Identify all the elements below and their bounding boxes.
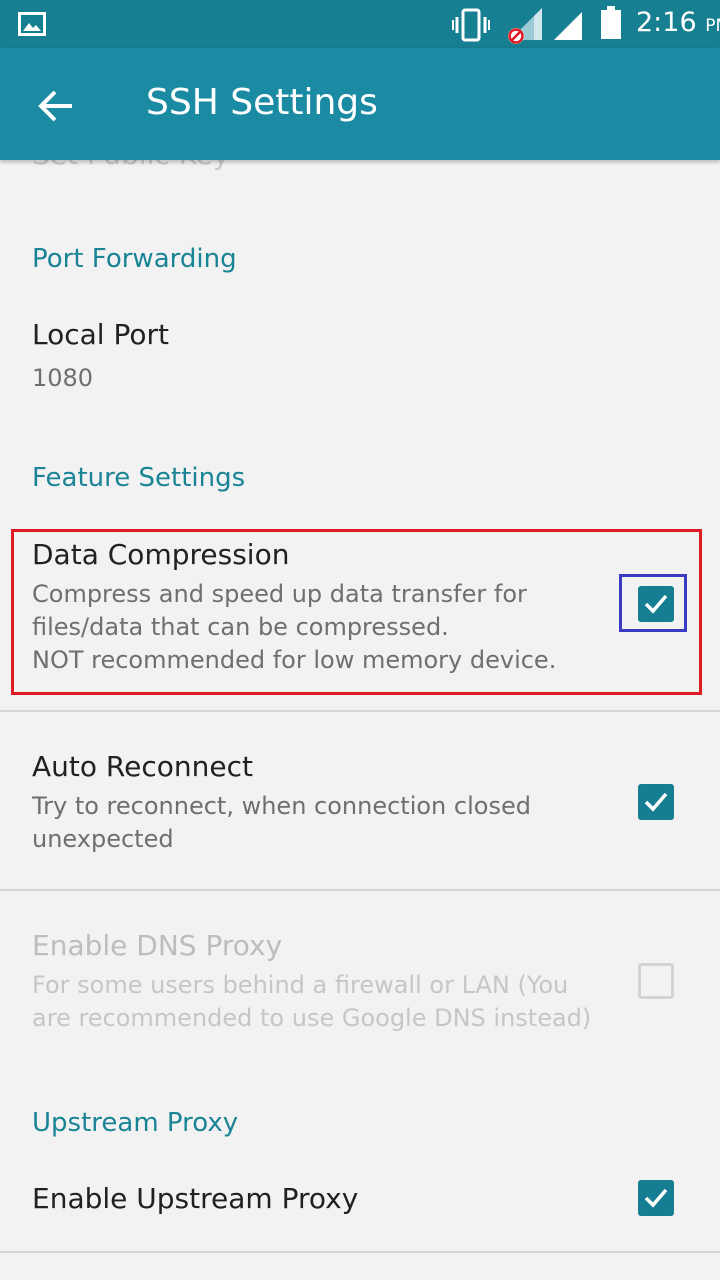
section-header-feature-settings: Feature Settings bbox=[32, 463, 246, 493]
set-public-key-item[interactable]: Set Public Key bbox=[32, 160, 229, 171]
status-time: 2:16 PM bbox=[636, 7, 720, 38]
vibrate-icon bbox=[452, 8, 490, 42]
divider bbox=[0, 1251, 720, 1253]
enable-upstream-proxy-checkbox[interactable] bbox=[638, 1180, 674, 1216]
section-header-port-forwarding: Port Forwarding bbox=[32, 244, 237, 274]
highlight-box-blue bbox=[619, 574, 687, 632]
checkmark-icon bbox=[644, 1188, 668, 1208]
highlight-box-red bbox=[11, 529, 702, 695]
pref-summary: Try to reconnect, when connection closed… bbox=[32, 792, 531, 853]
section-header-upstream-proxy: Upstream Proxy bbox=[32, 1108, 239, 1138]
signal-no-data-icon bbox=[508, 8, 542, 44]
pref-title: Enable Upstream Proxy bbox=[32, 1182, 359, 1215]
pref-enable-upstream-proxy[interactable]: Enable Upstream Proxy bbox=[0, 1160, 720, 1250]
pref-enable-dns-proxy: Enable DNS Proxy For some users behind a… bbox=[0, 891, 720, 1069]
pref-auto-reconnect[interactable]: Auto Reconnect Try to reconnect, when co… bbox=[0, 712, 720, 888]
pref-title: Local Port bbox=[32, 318, 169, 351]
pref-summary: For some users behind a firewall or LAN … bbox=[32, 971, 592, 1032]
battery-icon bbox=[601, 6, 621, 39]
status-bar: 2:16 PM bbox=[0, 0, 720, 48]
picture-icon bbox=[18, 12, 46, 36]
pref-summary: 1080 bbox=[32, 364, 94, 392]
pref-local-port[interactable]: Local Port 1080 bbox=[0, 300, 720, 420]
pref-title: Auto Reconnect bbox=[32, 750, 253, 783]
auto-reconnect-checkbox[interactable] bbox=[638, 784, 674, 820]
checkmark-icon bbox=[644, 792, 668, 812]
settings-list[interactable]: Set Public Key Port Forwarding Local Por… bbox=[0, 160, 720, 1280]
back-arrow-icon[interactable] bbox=[28, 78, 84, 134]
signal-icon bbox=[554, 12, 582, 40]
pref-title: Enable DNS Proxy bbox=[32, 929, 283, 962]
app-bar: SSH Settings bbox=[0, 48, 720, 160]
enable-dns-proxy-checkbox bbox=[638, 963, 674, 999]
page-title: SSH Settings bbox=[146, 82, 378, 123]
